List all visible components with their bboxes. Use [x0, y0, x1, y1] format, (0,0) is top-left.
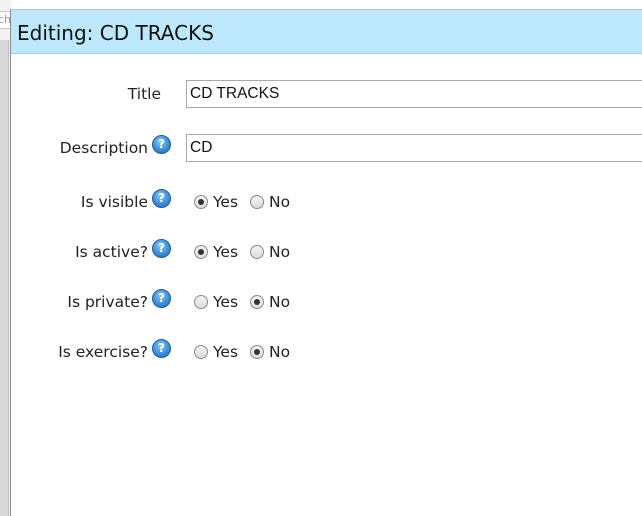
- is-exercise-row: Is exercise? ? Yes No: [11, 337, 642, 367]
- title-input[interactable]: CD TRACKS: [186, 80, 642, 108]
- dialog-header[interactable]: Editing: CD TRACKS: [11, 10, 642, 54]
- is-active-help-icon[interactable]: ?: [152, 238, 171, 258]
- dialog-title: Editing: CD TRACKS: [17, 20, 214, 45]
- is-private-no-radio[interactable]: [250, 295, 265, 309]
- is-private-radio-group: Yes No: [194, 287, 290, 317]
- is-visible-help-icon[interactable]: ?: [152, 188, 171, 208]
- is-active-no-option[interactable]: No: [250, 243, 290, 261]
- is-exercise-no-radio[interactable]: [250, 345, 265, 359]
- is-active-yes-label: Yes: [213, 243, 239, 261]
- is-visible-label: Is visible: [80, 193, 148, 211]
- is-visible-no-option[interactable]: No: [250, 193, 290, 211]
- is-private-help-icon[interactable]: ?: [152, 288, 171, 308]
- is-active-label-cell: Is active? ?: [75, 237, 171, 267]
- is-private-label: Is private?: [67, 293, 148, 311]
- description-label: Description: [59, 139, 148, 157]
- is-private-no-label: No: [269, 293, 291, 311]
- description-label-cell: Description ?: [60, 133, 171, 163]
- background-panel-edge: [0, 40, 9, 516]
- is-exercise-yes-label: Yes: [213, 343, 239, 361]
- description-row: Description ? CD: [11, 133, 642, 163]
- is-exercise-no-option[interactable]: No: [250, 343, 290, 361]
- is-exercise-yes-option[interactable]: Yes: [194, 343, 238, 361]
- is-active-yes-radio[interactable]: [194, 245, 208, 259]
- is-active-row: Is active? ? Yes No: [11, 237, 642, 267]
- is-exercise-label-cell: Is exercise? ?: [58, 337, 171, 367]
- is-exercise-yes-radio[interactable]: [194, 345, 208, 359]
- is-active-radio-group: Yes No: [194, 237, 290, 267]
- description-input[interactable]: CD: [186, 134, 642, 162]
- title-input-value: CD TRACKS: [190, 85, 280, 102]
- is-visible-yes-option[interactable]: Yes: [194, 193, 238, 211]
- title-row: Title CD TRACKS: [11, 79, 642, 109]
- is-private-row: Is private? ? Yes No: [11, 287, 642, 317]
- is-private-yes-label: Yes: [213, 293, 239, 311]
- description-help-icon[interactable]: ?: [152, 134, 171, 154]
- is-exercise-radio-group: Yes No: [194, 337, 290, 367]
- is-visible-yes-radio[interactable]: [194, 195, 208, 209]
- is-visible-yes-label: Yes: [213, 193, 239, 211]
- is-private-yes-option[interactable]: Yes: [194, 293, 238, 311]
- is-visible-no-label: No: [269, 193, 291, 211]
- is-visible-row: Is visible ? Yes No: [11, 187, 642, 217]
- edit-dialog: Editing: CD TRACKS Title CD TRACKS Descr…: [10, 9, 642, 516]
- is-visible-no-radio[interactable]: [250, 195, 265, 209]
- title-label-cell: Title: [128, 79, 161, 109]
- page: ch Editing: CD TRACKS Title CD TRACKS De…: [0, 0, 642, 516]
- is-visible-radio-group: Yes No: [194, 187, 290, 217]
- description-input-value: CD: [190, 139, 213, 156]
- is-visible-label-cell: Is visible ?: [81, 187, 171, 217]
- is-active-label: Is active?: [75, 243, 148, 261]
- is-active-yes-option[interactable]: Yes: [194, 243, 238, 261]
- is-exercise-no-label: No: [269, 343, 291, 361]
- is-private-yes-radio[interactable]: [194, 295, 208, 309]
- is-private-no-option[interactable]: No: [250, 293, 290, 311]
- is-active-no-label: No: [269, 243, 291, 261]
- is-active-no-radio[interactable]: [250, 245, 265, 259]
- title-label: Title: [127, 85, 161, 103]
- is-exercise-label: Is exercise?: [58, 343, 148, 361]
- is-exercise-help-icon[interactable]: ?: [152, 338, 171, 358]
- is-private-label-cell: Is private? ?: [67, 287, 171, 317]
